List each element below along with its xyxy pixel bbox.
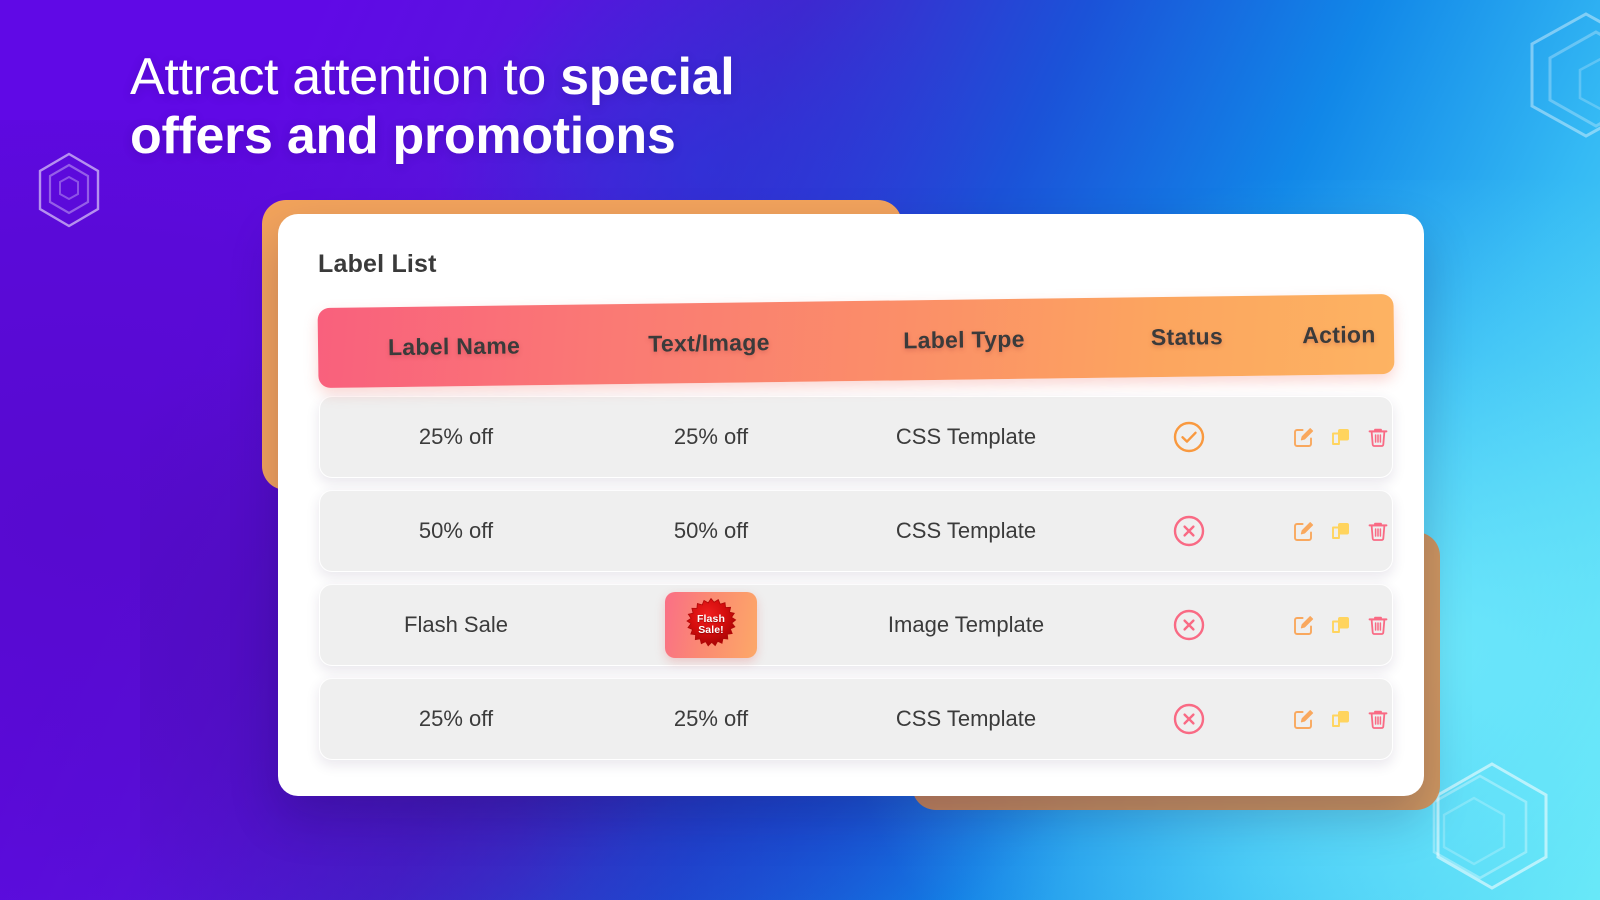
- row-actions: [1276, 706, 1406, 732]
- duplicate-button[interactable]: [1328, 518, 1354, 544]
- duplicate-icon: [1332, 617, 1349, 633]
- promo-banner: Attract attention to special offers and …: [0, 0, 1600, 900]
- edit-button[interactable]: [1291, 612, 1317, 638]
- hexagon-outline-icon: [1424, 760, 1564, 900]
- edit-button[interactable]: [1291, 706, 1317, 732]
- cell-label-type: CSS Template: [895, 424, 1037, 449]
- cell-label-name: 25% off: [418, 706, 494, 731]
- duplicate-button[interactable]: [1328, 424, 1354, 450]
- delete-icon: [1368, 428, 1388, 447]
- hexagon-outline-icon: [36, 152, 102, 228]
- row-actions: [1276, 612, 1406, 638]
- duplicate-button[interactable]: [1328, 612, 1354, 638]
- edit-button[interactable]: [1291, 424, 1317, 450]
- label-list-table: Label Name Text/Image Label Type Status …: [317, 293, 1395, 761]
- label-list-card: Label List Label Name Text/Image Label T…: [278, 214, 1424, 796]
- duplicate-button[interactable]: [1328, 706, 1354, 732]
- cell-text-image: 25% off: [673, 706, 749, 731]
- cell-text-image: Flash Sale!: [592, 592, 830, 658]
- starburst-seal-icon: Flash Sale!: [683, 597, 739, 653]
- cell-label-type: CSS Template: [895, 706, 1037, 731]
- x-circle-icon: [1173, 515, 1205, 547]
- table-row[interactable]: Flash Sale Flash Sale! Image Template: [318, 583, 1394, 667]
- status-badge[interactable]: [1102, 608, 1276, 642]
- edit-icon: [1294, 616, 1314, 635]
- delete-icon: [1368, 616, 1388, 635]
- edit-icon: [1294, 710, 1314, 729]
- column-header-status: Status: [1150, 322, 1224, 350]
- delete-button[interactable]: [1365, 612, 1391, 638]
- duplicate-icon: [1332, 429, 1349, 445]
- column-header-text-image: Text/Image: [648, 328, 770, 357]
- check-circle-icon: [1173, 421, 1205, 453]
- edit-button[interactable]: [1291, 518, 1317, 544]
- delete-button[interactable]: [1365, 706, 1391, 732]
- column-header-label-name: Label Name: [387, 331, 521, 360]
- table-header-row: Label Name Text/Image Label Type Status …: [317, 293, 1395, 389]
- table-row[interactable]: 50% off 50% off CSS Template: [318, 489, 1394, 573]
- table-row[interactable]: 25% off 25% off CSS Template: [318, 677, 1394, 761]
- table-row[interactable]: 25% off 25% off CSS Template: [318, 395, 1394, 479]
- cell-text-image: 25% off: [673, 424, 749, 449]
- headline-line2-bold: offers and promotions: [130, 107, 676, 165]
- status-badge[interactable]: [1102, 420, 1276, 454]
- delete-button[interactable]: [1365, 424, 1391, 450]
- delete-button[interactable]: [1365, 518, 1391, 544]
- cell-label-type: CSS Template: [895, 518, 1037, 543]
- duplicate-icon: [1332, 523, 1349, 539]
- hexagon-outline-icon: [1524, 10, 1600, 150]
- edit-icon: [1294, 428, 1314, 447]
- status-badge[interactable]: [1102, 514, 1276, 548]
- headline-line1-bold: special: [560, 48, 735, 106]
- card-title: Label List: [318, 250, 437, 278]
- cell-label-name: 25% off: [418, 424, 494, 449]
- flash-sale-thumbnail: Flash Sale!: [665, 592, 757, 658]
- cell-label-name: Flash Sale: [404, 612, 508, 637]
- status-badge[interactable]: [1102, 702, 1276, 736]
- delete-icon: [1368, 522, 1388, 541]
- duplicate-icon: [1332, 711, 1349, 727]
- edit-icon: [1294, 522, 1314, 541]
- cell-text-image: 50% off: [673, 518, 749, 543]
- delete-icon: [1368, 710, 1388, 729]
- headline-line1-normal: Attract attention to: [130, 48, 561, 106]
- page-title: Attract attention to special offers and …: [130, 48, 1110, 166]
- x-circle-icon: [1173, 609, 1205, 641]
- x-circle-icon: [1173, 703, 1205, 735]
- cell-label-name: 50% off: [418, 518, 494, 543]
- column-header-action: Action: [1302, 320, 1376, 348]
- cell-label-type: Image Template: [887, 612, 1045, 637]
- row-actions: [1276, 424, 1406, 450]
- flash-sale-seal-text: Flash Sale!: [697, 612, 725, 636]
- row-actions: [1276, 518, 1406, 544]
- column-header-label-type: Label Type: [903, 325, 1025, 353]
